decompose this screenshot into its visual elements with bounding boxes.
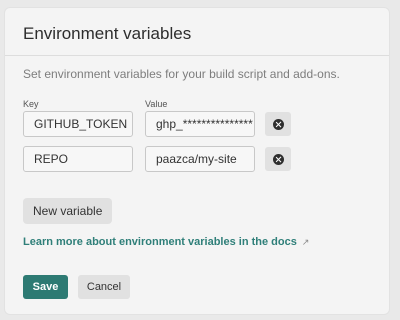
- value-field[interactable]: paazca/my-site: [145, 146, 255, 172]
- env-variables-card: Environment variables Set environment va…: [4, 7, 390, 315]
- close-circle-icon: [272, 153, 284, 165]
- close-circle-icon: [272, 118, 284, 130]
- delete-variable-button[interactable]: [265, 147, 291, 171]
- delete-variable-button[interactable]: [265, 112, 291, 136]
- save-button[interactable]: Save: [23, 275, 68, 299]
- learn-more-link[interactable]: Learn more about environment variables i…: [23, 236, 309, 248]
- external-link-icon: ↗: [301, 237, 310, 247]
- key-field[interactable]: GITHUB_TOKEN: [23, 111, 133, 137]
- section-description: Set environment variables for your build…: [23, 67, 340, 81]
- cancel-button[interactable]: Cancel: [78, 275, 130, 299]
- section-title: Environment variables: [23, 24, 192, 43]
- key-field[interactable]: REPO: [23, 146, 133, 172]
- value-column-label: Value: [145, 99, 168, 109]
- key-column-label: Key: [23, 99, 39, 109]
- divider: [5, 55, 389, 56]
- new-variable-button[interactable]: New variable: [23, 198, 113, 224]
- value-field[interactable]: ghp_***************: [145, 111, 255, 137]
- learn-more-text[interactable]: Learn more about environment variables i…: [23, 236, 297, 248]
